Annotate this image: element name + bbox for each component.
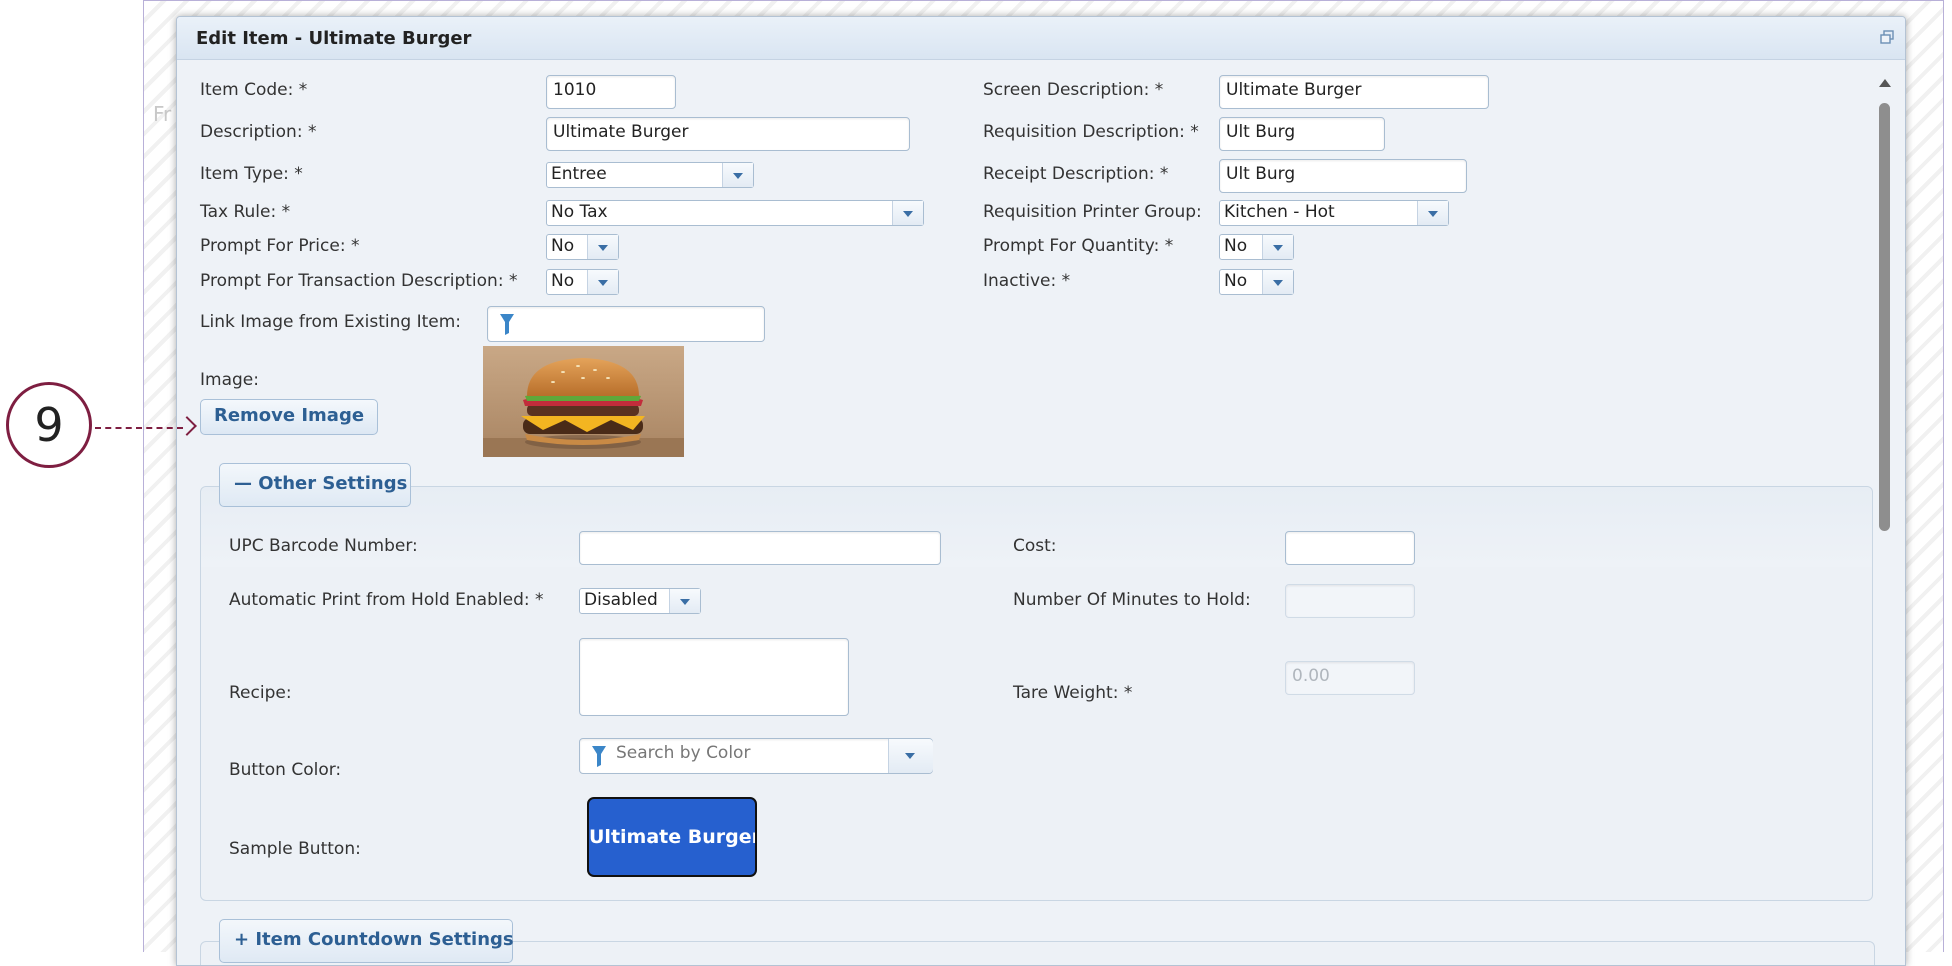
printer-group-label: Requisition Printer Group: bbox=[983, 202, 1202, 222]
requisition-description-input[interactable]: Ult Burg bbox=[1219, 117, 1385, 151]
filter-icon bbox=[500, 314, 514, 335]
chevron-down-icon[interactable] bbox=[1417, 201, 1448, 225]
dialog-titlebar[interactable]: Edit Item - Ultimate Burger bbox=[177, 17, 1905, 60]
recipe-textarea[interactable] bbox=[579, 638, 849, 716]
chevron-down-icon bbox=[905, 753, 915, 759]
description-input[interactable]: Ultimate Burger bbox=[546, 117, 910, 151]
prompt-quantity-select[interactable]: No bbox=[1219, 234, 1294, 260]
link-image-input[interactable] bbox=[487, 306, 765, 342]
image-label: Image: bbox=[200, 370, 259, 390]
tax-rule-label: Tax Rule: * bbox=[200, 202, 291, 222]
description-label: Description: * bbox=[200, 122, 317, 142]
other-settings-legend: Other Settings bbox=[258, 473, 408, 494]
item-type-label: Item Type: * bbox=[200, 164, 303, 184]
item-code-label: Item Code: * bbox=[200, 80, 308, 100]
prompt-price-select[interactable]: No bbox=[546, 234, 619, 260]
item-code-input[interactable]: 1010 bbox=[546, 75, 676, 109]
edit-item-dialog: Edit Item - Ultimate Burger Item Code: *… bbox=[176, 16, 1906, 966]
receipt-description-input[interactable]: Ult Burg bbox=[1219, 159, 1467, 193]
printer-group-value: Kitchen - Hot bbox=[1224, 202, 1335, 222]
callout-marker: 9 bbox=[6, 382, 92, 468]
screen-description-input[interactable]: Ultimate Burger bbox=[1219, 75, 1489, 109]
tax-rule-select[interactable]: No Tax bbox=[546, 200, 924, 226]
chevron-down-icon[interactable] bbox=[892, 201, 923, 225]
inactive-value: No bbox=[1224, 271, 1248, 291]
item-type-value: Entree bbox=[551, 164, 607, 184]
vertical-scrollbar[interactable] bbox=[1876, 79, 1892, 965]
chevron-down-icon[interactable] bbox=[1262, 235, 1293, 259]
prompt-quantity-label: Prompt For Quantity: * bbox=[983, 236, 1174, 256]
other-settings-toggle[interactable]: — Other Settings bbox=[219, 463, 411, 507]
button-color-dropdown[interactable] bbox=[888, 739, 933, 773]
prompt-price-label: Prompt For Price: * bbox=[200, 236, 360, 256]
prompt-price-value: No bbox=[551, 236, 575, 256]
scroll-up-arrow-icon[interactable] bbox=[1879, 79, 1891, 87]
restore-window-icon[interactable] bbox=[1879, 29, 1895, 45]
auto-print-label: Automatic Print from Hold Enabled: * bbox=[229, 590, 544, 610]
cost-label: Cost: bbox=[1013, 536, 1057, 556]
tax-rule-value: No Tax bbox=[551, 202, 608, 222]
prompt-transaction-value: No bbox=[551, 271, 575, 291]
item-type-select[interactable]: Entree bbox=[546, 162, 754, 188]
sample-button-label: Sample Button: bbox=[229, 839, 361, 859]
minutes-hold-label: Number Of Minutes to Hold: bbox=[1013, 590, 1251, 610]
prompt-transaction-label: Prompt For Transaction Description: * bbox=[200, 271, 518, 291]
countdown-settings-legend: Item Countdown Settings bbox=[255, 929, 514, 950]
prompt-quantity-value: No bbox=[1224, 236, 1248, 256]
chevron-down-icon[interactable] bbox=[587, 235, 618, 259]
inactive-select[interactable]: No bbox=[1219, 269, 1294, 295]
expand-icon: + bbox=[234, 929, 256, 950]
auto-print-select[interactable]: Disabled bbox=[579, 588, 701, 614]
button-color-label: Button Color: bbox=[229, 760, 342, 780]
requisition-description-label: Requisition Description: * bbox=[983, 122, 1199, 142]
sample-item-button: Ultimate Burger bbox=[587, 797, 757, 877]
cost-input[interactable] bbox=[1285, 531, 1415, 565]
auto-print-value: Disabled bbox=[584, 590, 658, 610]
tare-weight-label: Tare Weight: * bbox=[1013, 683, 1133, 703]
prompt-transaction-select[interactable]: No bbox=[546, 269, 619, 295]
chevron-down-icon[interactable] bbox=[669, 589, 700, 613]
button-color-search[interactable]: Search by Color bbox=[579, 738, 933, 774]
countdown-settings-toggle[interactable]: + Item Countdown Settings bbox=[219, 919, 514, 963]
filter-icon bbox=[592, 746, 606, 767]
remove-image-button[interactable]: Remove Image bbox=[200, 399, 378, 435]
collapse-icon: — bbox=[234, 473, 259, 494]
minutes-hold-input[interactable] bbox=[1285, 584, 1415, 618]
item-image bbox=[483, 346, 684, 457]
link-image-label: Link Image from Existing Item: bbox=[200, 312, 461, 332]
chevron-down-icon[interactable] bbox=[587, 270, 618, 294]
chevron-down-icon[interactable] bbox=[722, 163, 753, 187]
tare-weight-input[interactable]: 0.00 bbox=[1285, 661, 1415, 695]
printer-group-select[interactable]: Kitchen - Hot bbox=[1219, 200, 1449, 226]
scrollbar-thumb[interactable] bbox=[1879, 103, 1890, 531]
chevron-down-icon[interactable] bbox=[1262, 270, 1293, 294]
upc-input[interactable] bbox=[579, 531, 941, 565]
recipe-label: Recipe: bbox=[229, 683, 292, 703]
dialog-title: Edit Item - Ultimate Burger bbox=[196, 28, 472, 49]
background-partial-text: Fr bbox=[153, 102, 172, 126]
screen-description-label: Screen Description: * bbox=[983, 80, 1164, 100]
upc-label: UPC Barcode Number: bbox=[229, 536, 418, 556]
callout-pointer-line bbox=[95, 427, 183, 429]
inactive-label: Inactive: * bbox=[983, 271, 1071, 291]
receipt-description-label: Receipt Description: * bbox=[983, 164, 1169, 184]
